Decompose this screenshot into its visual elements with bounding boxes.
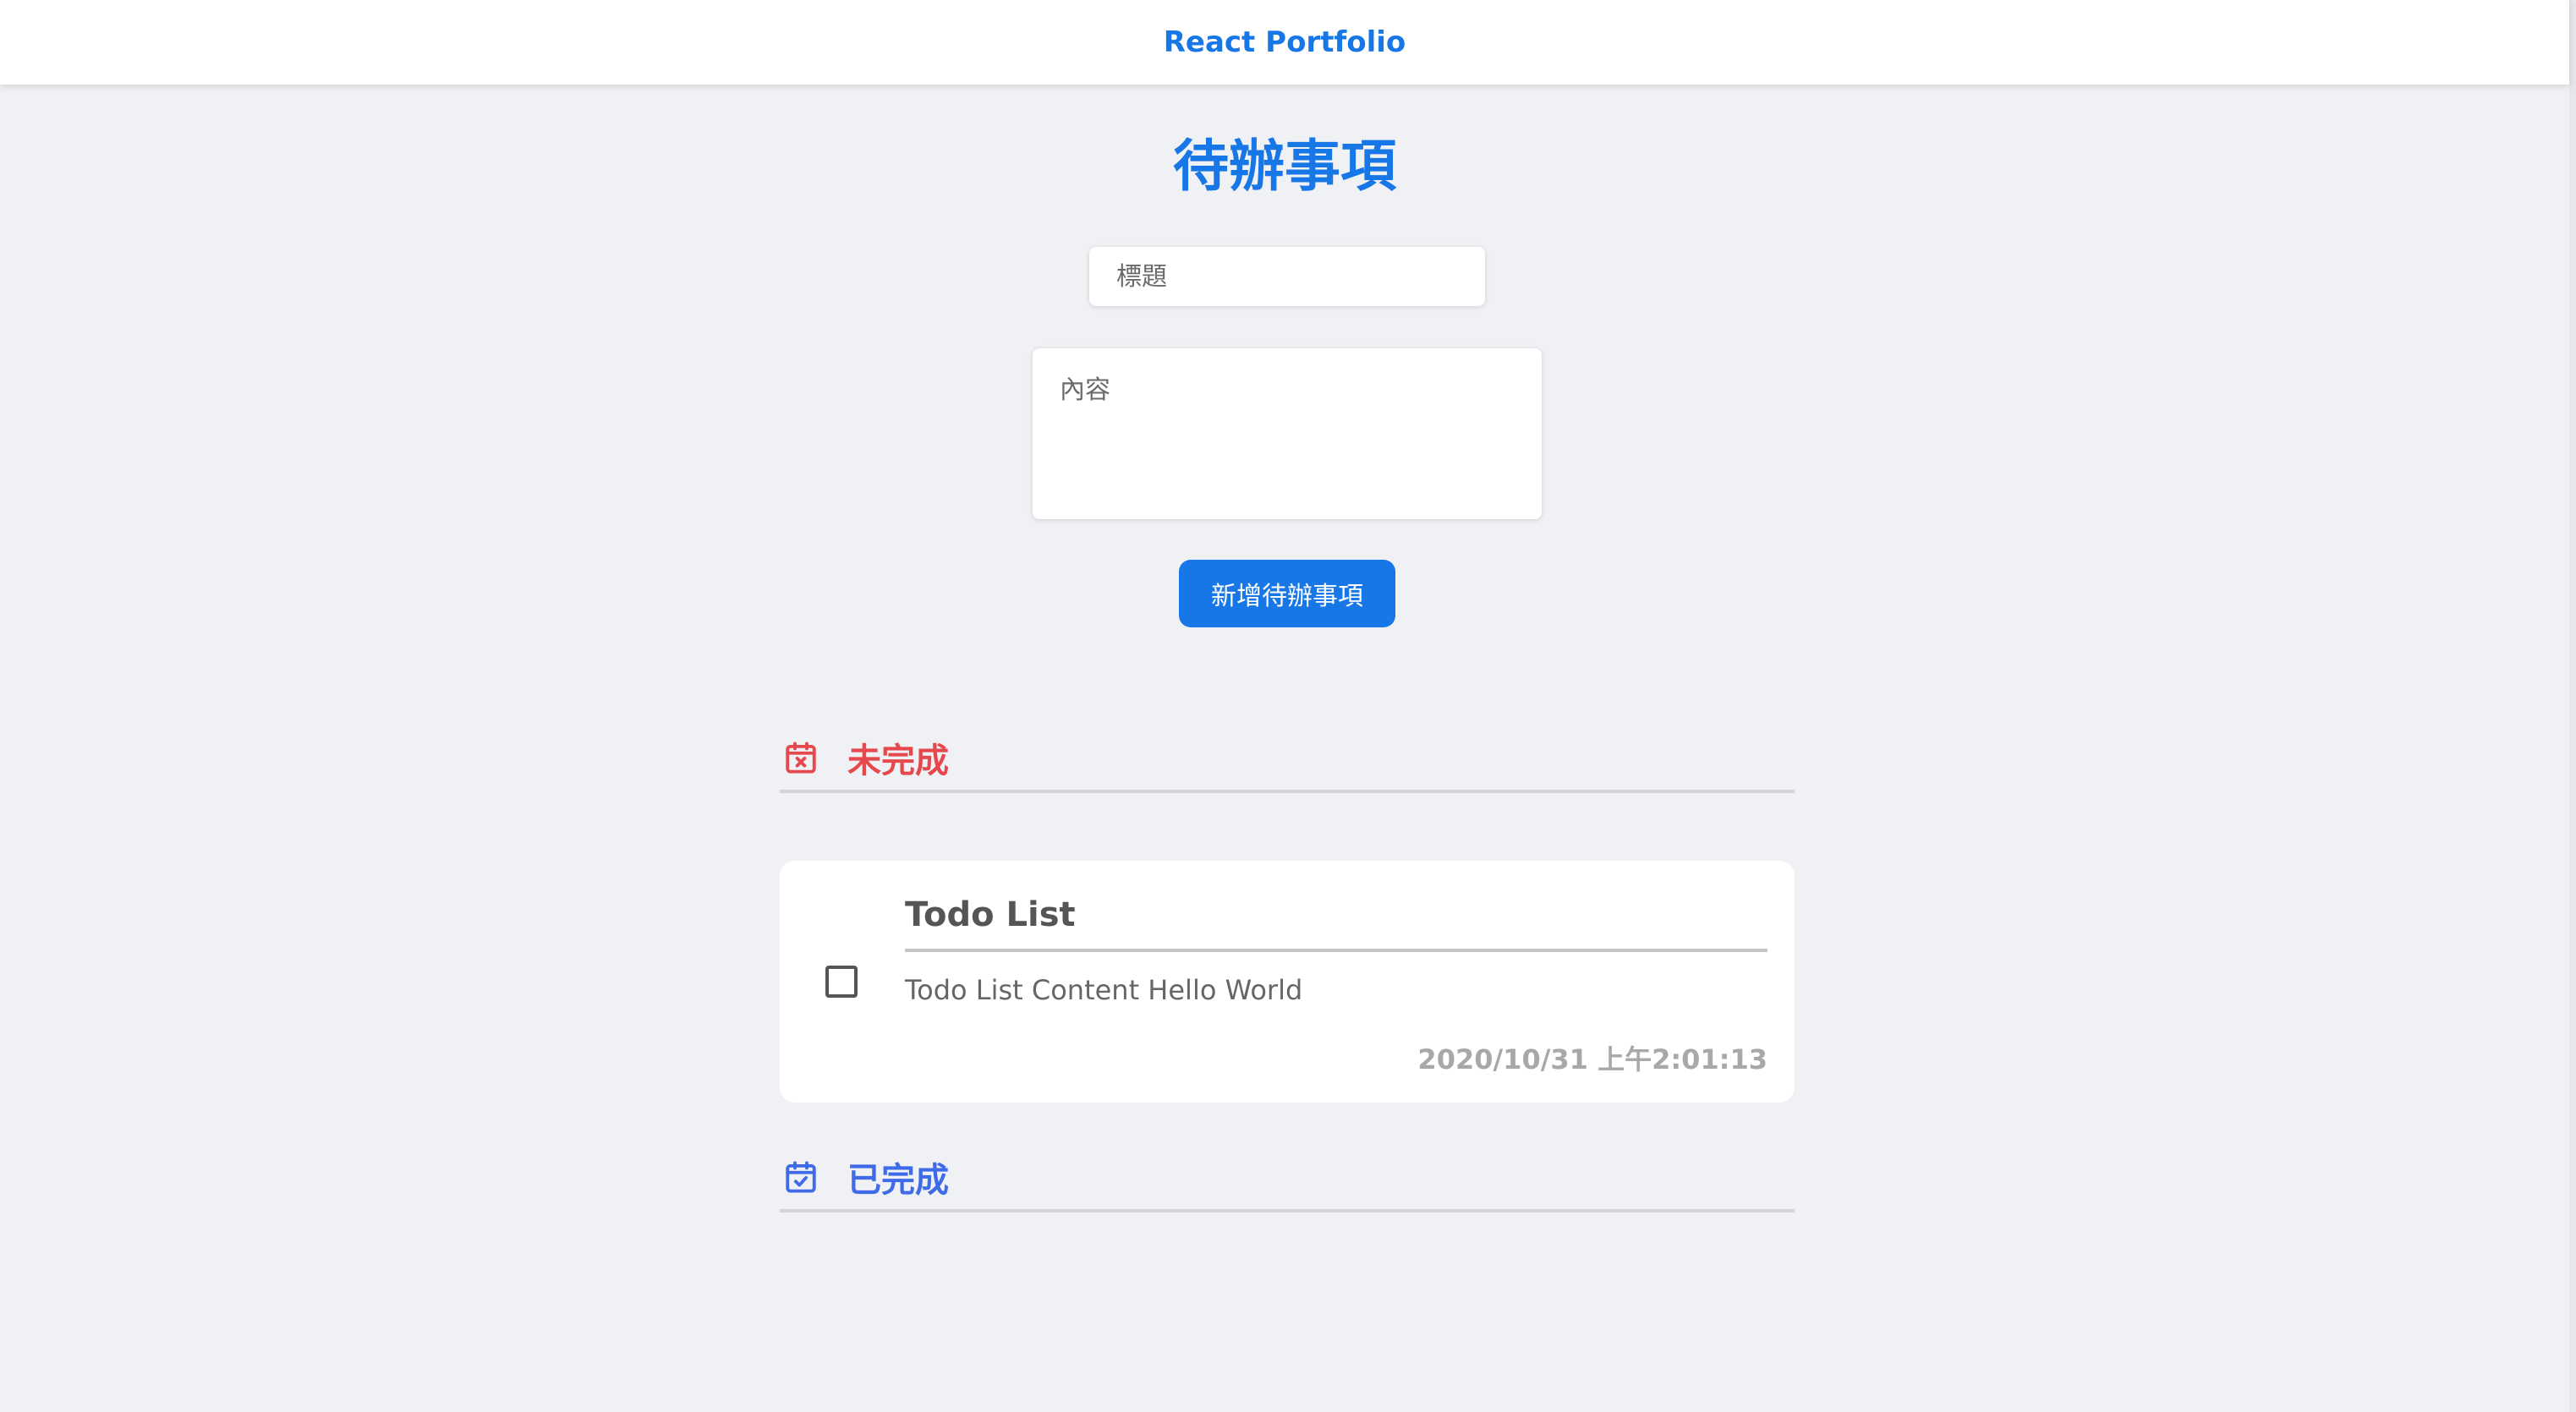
todo-card: Todo List Todo List Content Hello World … <box>780 861 1795 1103</box>
brand-link[interactable]: React Portfolio <box>1164 25 1406 59</box>
content-input[interactable] <box>1033 348 1542 519</box>
complete-section-header: 已完成 <box>780 1145 1795 1212</box>
scrollbar-track[interactable] <box>2569 0 2576 1412</box>
todo-content: Todo List Content Hello World <box>905 974 1303 1006</box>
incomplete-section-header: 未完成 <box>780 725 1795 793</box>
incomplete-section-label: 未完成 <box>847 742 949 780</box>
add-todo-button[interactable]: 新增待辦事項 <box>1179 560 1395 627</box>
todo-checkbox[interactable] <box>825 966 858 998</box>
calendar-x-icon <box>783 740 819 775</box>
todo-timestamp: 2020/10/31 上午2:01:13 <box>1417 1043 1768 1075</box>
navbar: React Portfolio <box>0 0 2569 85</box>
title-input[interactable] <box>1089 247 1485 306</box>
todo-title: Todo List <box>905 889 1768 952</box>
page-title: 待辦事項 <box>1173 134 1396 199</box>
calendar-check-icon <box>783 1159 819 1195</box>
complete-section-label: 已完成 <box>847 1161 949 1200</box>
